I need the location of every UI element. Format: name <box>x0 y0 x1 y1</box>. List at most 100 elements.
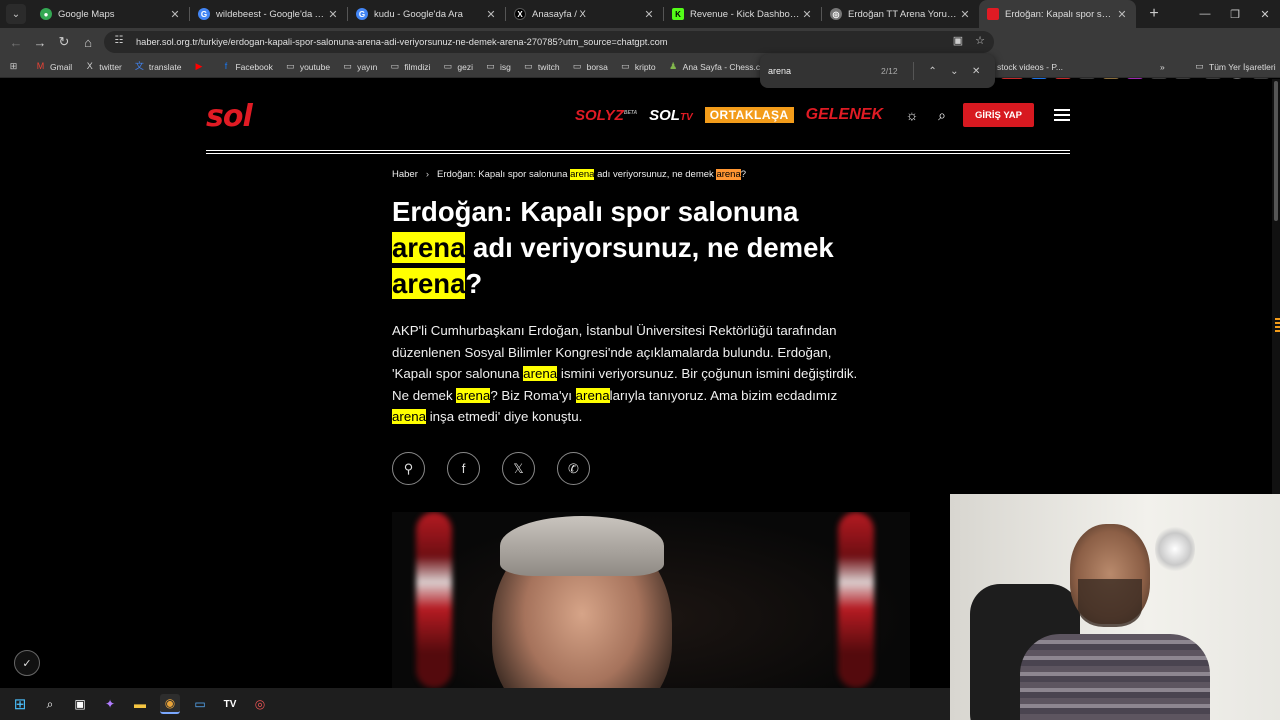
breadcrumb-home[interactable]: Haber <box>392 169 418 180</box>
window-controls: — ❐ ✕ <box>1190 0 1280 28</box>
tab-google-maps[interactable]: ● Google Maps ✕ <box>32 0 189 28</box>
bookmark-folder-youtube[interactable]: ▭ youtube <box>285 61 330 72</box>
folder-icon: ▭ <box>572 61 582 71</box>
find-highlight: arena <box>392 232 466 263</box>
bookmark-stock-videos[interactable]: stock videos - P... <box>997 62 1063 72</box>
close-tab-icon[interactable]: ✕ <box>801 8 813 21</box>
bookmark-gmail[interactable]: M Gmail <box>35 61 72 72</box>
menu-hamburger-icon[interactable] <box>1054 109 1070 121</box>
flag-shape <box>416 512 452 688</box>
close-tab-icon[interactable]: ✕ <box>643 8 655 21</box>
maximize-icon[interactable]: ❐ <box>1220 8 1250 21</box>
more-bookmarks-icon[interactable]: » <box>1160 62 1165 72</box>
tab-title: Google Maps <box>58 8 115 20</box>
tab-title: kudu - Google'da Ara <box>374 8 463 20</box>
link-icon[interactable]: ⚲ <box>392 452 425 485</box>
bookmark-youtube-red[interactable]: ▶ <box>193 61 208 72</box>
bookmark-chess[interactable]: ♟ Ana Sayfa - Chess.c... <box>668 61 767 72</box>
folder-icon: ▭ <box>286 61 295 71</box>
breadcrumb: Haber › Erdoğan: Kapalı spor salonuna ar… <box>392 169 746 180</box>
breadcrumb-current: Erdoğan: Kapalı spor salonuna arena adı … <box>437 169 747 180</box>
theme-toggle-sun-icon[interactable]: ☼ <box>903 107 921 123</box>
find-input[interactable] <box>768 66 873 76</box>
tab-title: wildebeest - Google'da Ara <box>216 8 327 20</box>
close-tab-icon[interactable]: ✕ <box>959 8 971 21</box>
facebook-icon[interactable]: f <box>447 452 480 485</box>
translate-icon: 文 <box>134 61 144 71</box>
tab-kudu[interactable]: G kudu - Google'da Ara ✕ <box>348 0 505 28</box>
task-view-icon[interactable]: ▣ <box>70 694 90 714</box>
search-icon[interactable]: ⌕ <box>933 107 951 124</box>
bookmark-folder-borsa[interactable]: ▭ borsa <box>572 61 608 72</box>
bookmark-translate[interactable]: 文 translate <box>134 61 182 72</box>
find-close-icon[interactable]: ✕ <box>965 66 987 77</box>
forward-icon[interactable]: → <box>28 35 52 50</box>
find-previous-icon[interactable]: ⌃ <box>922 66 944 77</box>
monitor-app-icon[interactable]: ▭ <box>190 694 210 714</box>
sol-logo[interactable]: sol <box>206 99 253 134</box>
close-tab-icon[interactable]: ✕ <box>485 8 497 21</box>
reload-icon[interactable]: ↻ <box>52 34 76 50</box>
chatgpt-icon: ◎ <box>830 8 842 20</box>
url-text: haber.sol.org.tr/turkiye/erdogan-kapali-… <box>136 37 668 47</box>
copilot-icon[interactable]: ✦ <box>100 694 120 714</box>
soltv-link[interactable]: SOLTV <box>649 107 693 124</box>
google-maps-icon: ● <box>40 8 52 20</box>
find-next-icon[interactable]: ⌄ <box>943 66 965 77</box>
whatsapp-icon[interactable]: ✆ <box>557 452 590 485</box>
tab-title: Anasayfa / X <box>532 8 586 20</box>
tab-search-button[interactable]: ⌄ <box>6 4 26 24</box>
close-tab-icon[interactable]: ✕ <box>1116 8 1128 21</box>
bookmark-folder-isg[interactable]: ▭ isg <box>485 61 511 72</box>
tab-x-home[interactable]: X Anasayfa / X ✕ <box>506 0 663 28</box>
bookmark-star-icon[interactable]: ☆ <box>972 34 988 47</box>
gelenek-link[interactable]: GELENEK <box>806 106 883 124</box>
browser-toolbar: ← → ↻ ⌂ ☷ haber.sol.org.tr/turkiye/erdog… <box>0 28 1280 79</box>
find-highlight: arena <box>523 366 558 381</box>
privacy-shield-icon[interactable]: ✓ <box>14 650 40 676</box>
x-icon[interactable]: 𝕏 <box>502 452 535 485</box>
chrome-icon[interactable]: ◉ <box>160 694 180 714</box>
bookmark-facebook[interactable]: f Facebook <box>220 61 273 72</box>
find-highlight: arena <box>575 387 610 403</box>
tab-title: Erdoğan TT Arena Yorumu <box>848 8 959 20</box>
home-icon[interactable]: ⌂ <box>76 35 100 50</box>
address-bar[interactable]: ☷ haber.sol.org.tr/turkiye/erdogan-kapal… <box>104 31 994 53</box>
chess-icon: ♟ <box>669 61 678 71</box>
close-window-icon[interactable]: ✕ <box>1250 8 1280 21</box>
minimize-icon[interactable]: — <box>1190 8 1220 20</box>
solyz-link[interactable]: SOLYZBETA <box>575 107 637 124</box>
sol-icon <box>987 8 999 20</box>
tab-kick-dashboard[interactable]: K Revenue - Kick Dashboard ✕ <box>664 0 821 28</box>
bookmark-twitter[interactable]: Xtwitter <box>84 61 122 72</box>
back-icon[interactable]: ← <box>4 35 28 50</box>
new-tab-button[interactable]: + <box>1144 5 1164 23</box>
bookmark-folder-twitch[interactable]: ▭ twitch <box>523 61 560 72</box>
bookmark-folder-yayin[interactable]: ▭ yayın <box>342 61 377 72</box>
close-tab-icon[interactable]: ✕ <box>327 8 339 21</box>
all-bookmarks-folder[interactable]: ▭ Tüm Yer İşaretleri <box>1194 61 1275 72</box>
folder-icon: ▭ <box>621 61 630 71</box>
tab-title: Erdoğan: Kapalı spor salonuna <box>1005 8 1116 20</box>
tab-erdogan-arena-yorumu[interactable]: ◎ Erdoğan TT Arena Yorumu ✕ <box>822 0 979 28</box>
search-icon[interactable]: ⌕ <box>40 694 60 714</box>
tab-erdogan-kapali-spor[interactable]: Erdoğan: Kapalı spor salonuna ✕ <box>979 0 1136 28</box>
close-tab-icon[interactable]: ✕ <box>169 8 181 21</box>
portrait-hair <box>500 516 664 576</box>
tab-wildebeest[interactable]: G wildebeest - Google'da Ara ✕ <box>190 0 347 28</box>
tradingview-icon[interactable]: TV <box>220 694 240 714</box>
folder-icon: ▭ <box>443 61 453 71</box>
site-info-icon[interactable]: ☷ <box>112 35 126 49</box>
translate-page-icon[interactable]: ▣ <box>950 34 966 47</box>
bookmark-folder-gezi[interactable]: ▭ gezi <box>442 61 473 72</box>
login-button[interactable]: GİRİŞ YAP <box>963 103 1034 127</box>
file-explorer-icon[interactable]: ▬ <box>130 694 150 714</box>
obs-icon[interactable]: ◎ <box>250 694 270 714</box>
windows-start-icon[interactable]: ⊞ <box>10 694 30 714</box>
bookmark-folder-kripto[interactable]: ▭ kripto <box>620 61 656 72</box>
apps-grid-icon[interactable]: ⊞ <box>8 61 23 72</box>
chevron-right-icon: › <box>425 169 430 180</box>
ortaklasa-link[interactable]: ORTAKLAŞA <box>704 107 794 123</box>
find-scroll-markers <box>1275 318 1280 334</box>
bookmark-folder-filmdizi[interactable]: ▭ filmdizi <box>389 61 431 72</box>
